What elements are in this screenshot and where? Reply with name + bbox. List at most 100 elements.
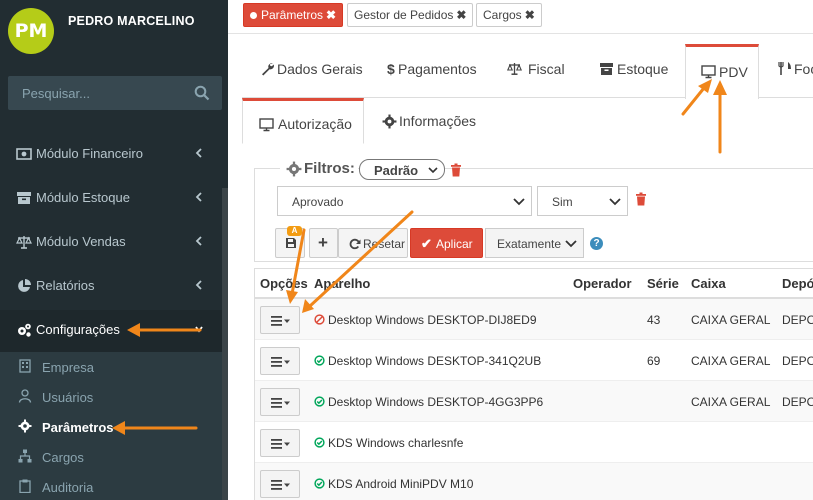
- sidebar-item-modulo-estoque[interactable]: Módulo Estoque: [0, 178, 222, 218]
- row-options-button[interactable]: [260, 470, 300, 498]
- deposito: DEPO: [782, 395, 813, 409]
- main-content: Parâmetros ✖ Gestor de Pedidos ✖ Cargos ✖ D…: [228, 0, 813, 500]
- filter-condition-select[interactable]: Sim: [537, 186, 628, 216]
- tab-label: Informações: [399, 113, 477, 129]
- serie: 43: [647, 313, 661, 327]
- sidebar-item-label: Módulo Estoque: [36, 190, 130, 205]
- tab-autorizacao[interactable]: Autorização: [242, 98, 364, 144]
- clipboard-icon: [19, 479, 31, 493]
- sidebar-item-relatorios[interactable]: Relatórios: [0, 266, 222, 306]
- check-icon: ✔: [421, 236, 432, 251]
- dollar-icon: $: [387, 61, 395, 77]
- balance-scale-icon: [507, 63, 522, 75]
- devices-table: Opções Aparelho Operador Série Caixa Dep…: [254, 268, 813, 500]
- search-input[interactable]: [8, 76, 188, 110]
- column-header[interactable]: Depós: [782, 276, 813, 291]
- device-name: KDS Android MiniPDV M10: [328, 477, 474, 491]
- table-row: KDS Windows charlesnfe: [255, 422, 813, 463]
- match-mode-select[interactable]: Exatamente: [485, 228, 584, 258]
- sidebar-subitem-cargos[interactable]: Cargos: [0, 442, 222, 472]
- sidebar-subitem-usuarios[interactable]: Usuários: [0, 382, 222, 412]
- sidebar-item-label: Configurações: [36, 322, 120, 337]
- chevron-down-icon: [195, 326, 203, 333]
- sidebar-item-modulo-financeiro[interactable]: Módulo Financeiro: [0, 134, 222, 174]
- sidebar-subitem-parametros[interactable]: Parâmetros: [0, 412, 222, 442]
- floppy-disk-icon: [286, 238, 296, 248]
- preset-value: Padrão: [374, 163, 419, 178]
- chevron-left-icon: [195, 236, 202, 246]
- configuracoes-submenu: Empresa Usuários Parâmetros Cargos Audit…: [0, 352, 222, 500]
- question-circle-icon[interactable]: ?: [590, 237, 603, 250]
- search-icon[interactable]: [194, 85, 210, 101]
- column-header[interactable]: Operador: [573, 276, 632, 291]
- user-panel: PM PEDRO MARCELINO: [0, 0, 222, 66]
- tab-label: Dados Gerais: [277, 61, 363, 77]
- apply-button[interactable]: ✔ Aplicar: [410, 228, 483, 258]
- utensils-icon: [778, 62, 791, 75]
- tab-estoque[interactable]: Estoque: [586, 44, 674, 98]
- filters-legend: Filtros:: [280, 157, 358, 181]
- gear-icon: [382, 114, 397, 129]
- tab-gestor-de-pedidos[interactable]: Gestor de Pedidos ✖: [347, 3, 474, 27]
- tab-pdv[interactable]: PDV: [685, 44, 759, 99]
- tab-informacoes[interactable]: Informações: [366, 98, 486, 144]
- device-name: Desktop Windows DESKTOP-341Q2UB: [328, 354, 542, 368]
- caixa: CAIXA GERAL: [691, 354, 771, 368]
- menu-caret-icon: [271, 316, 290, 326]
- filter-count-badge: A: [287, 226, 302, 236]
- sidebar-subitem-label: Cargos: [42, 450, 84, 465]
- tab-label: Pagamentos: [398, 61, 477, 77]
- column-header[interactable]: Caixa: [691, 276, 726, 291]
- sidebar-item-label: Módulo Financeiro: [36, 146, 143, 161]
- close-icon[interactable]: ✖: [525, 8, 535, 22]
- tab-fiscal[interactable]: Fiscal: [494, 44, 574, 98]
- deposito: DEPO: [782, 313, 813, 327]
- device-name: Desktop Windows DESKTOP-4GG3PP6: [328, 395, 544, 409]
- archive-icon: [600, 63, 613, 75]
- column-header[interactable]: Aparelho: [314, 276, 370, 291]
- sidebar-subitem-empresa[interactable]: Empresa: [0, 352, 222, 382]
- money-icon: [16, 148, 32, 160]
- avatar[interactable]: PM: [8, 8, 54, 54]
- filter-field-select[interactable]: Aprovado: [277, 186, 532, 216]
- gear-icon: [18, 419, 32, 433]
- menu-caret-icon: [271, 357, 290, 367]
- row-options-button[interactable]: [260, 306, 300, 334]
- filters-title: Filtros:: [304, 160, 355, 177]
- filter-preset-select[interactable]: Padrão: [359, 159, 445, 180]
- table-row: Desktop Windows DESKTOP-341Q2UB 69 CAIXA…: [255, 340, 813, 381]
- open-tabs-bar: Parâmetros ✖ Gestor de Pedidos ✖ Cargos ✖: [228, 0, 813, 34]
- reset-label: Resetar: [363, 237, 406, 251]
- sidebar-subitem-label: Usuários: [42, 390, 94, 405]
- tab-foo[interactable]: Foo: [772, 44, 813, 98]
- tab-label: Autorização: [278, 116, 352, 132]
- tab-pagamentos[interactable]: $ Pagamentos: [372, 44, 482, 98]
- trash-icon[interactable]: [450, 163, 462, 177]
- tab-label: PDV: [719, 64, 748, 80]
- row-options-button[interactable]: [260, 429, 300, 457]
- reset-button[interactable]: Resetar: [338, 228, 408, 258]
- gears-icon: [18, 323, 31, 337]
- add-filter-button[interactable]: +: [309, 228, 338, 258]
- sidebar-item-label: Módulo Vendas: [36, 234, 126, 249]
- close-icon[interactable]: ✖: [326, 8, 336, 22]
- row-options-button[interactable]: [260, 388, 300, 416]
- chevron-left-icon: [195, 192, 202, 202]
- apply-label: Aplicar: [436, 237, 473, 251]
- row-options-button[interactable]: [260, 347, 300, 375]
- trash-icon[interactable]: [635, 192, 647, 206]
- filter-field-value: Aprovado: [292, 195, 344, 209]
- deposito: DEPO: [782, 354, 813, 368]
- column-header[interactable]: Série: [647, 276, 679, 291]
- check-circle-icon: [314, 478, 325, 489]
- column-header[interactable]: Opções: [260, 276, 308, 291]
- sitemap-icon: [18, 449, 32, 463]
- tab-parametros[interactable]: Parâmetros ✖: [243, 3, 344, 27]
- tab-dados-gerais[interactable]: Dados Gerais: [244, 44, 364, 98]
- sidebar-subitem-label: Parâmetros: [42, 420, 114, 435]
- sidebar-item-modulo-vendas[interactable]: Módulo Vendas: [0, 222, 222, 262]
- tab-cargos[interactable]: Cargos ✖: [476, 3, 542, 27]
- close-icon[interactable]: ✖: [456, 8, 466, 22]
- sidebar-item-configuracoes[interactable]: Configurações: [0, 310, 222, 352]
- sidebar-subitem-auditoria[interactable]: Auditoria: [0, 472, 222, 500]
